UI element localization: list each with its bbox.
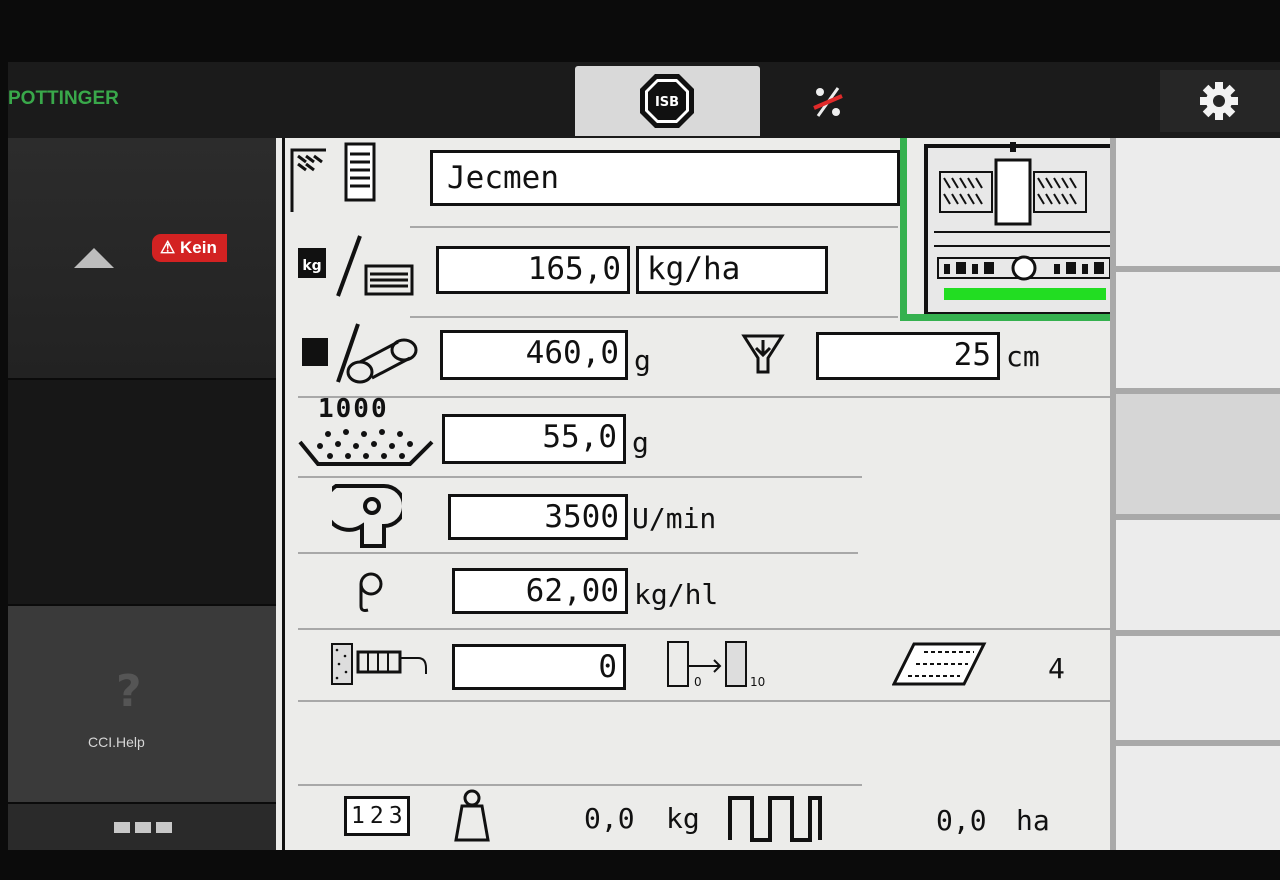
tramline-interval-icon: 0 10 [667, 641, 765, 689]
fan-speed-unit: U/min [632, 502, 717, 535]
gear-icon [1200, 82, 1238, 120]
left-sidebar: ⚠ Kein ? CCI.Help [8, 138, 276, 850]
right-softkey-3[interactable] [1116, 394, 1280, 514]
settings-button[interactable] [1160, 70, 1280, 132]
alert-badge[interactable]: ⚠ Kein [152, 234, 227, 262]
total-area-unit: ha [1016, 804, 1050, 837]
panel-border [282, 138, 285, 850]
fan-icon [332, 484, 402, 548]
right-sidebar [1110, 138, 1280, 850]
separator [298, 628, 1110, 630]
total-area-value: 0,0 [936, 804, 987, 837]
tab-isb[interactable]: ISB [575, 66, 760, 136]
weight-icon [454, 789, 490, 842]
svg-text:kg: kg [302, 258, 321, 274]
density-rho-icon [359, 572, 383, 612]
brand-logo: POTTINGER [8, 88, 119, 109]
counter-123-label: 123 [351, 803, 408, 829]
calibration-weight-icon [302, 323, 418, 384]
tramline-count: 4 [1048, 652, 1065, 685]
right-softkey-4[interactable] [1116, 520, 1280, 630]
help-question-icon: ? [116, 666, 142, 717]
warning-icon: ⚠ [160, 238, 176, 257]
more-dots-icon [114, 822, 172, 833]
total-weight-unit: kg [666, 802, 700, 835]
svg-text:10: 10 [750, 675, 765, 689]
top-bar: POTTINGER ISB [8, 62, 1280, 138]
application-rate-unit-field[interactable]: kg/ha [636, 246, 828, 294]
tramline-field-icon [892, 642, 987, 686]
separator [298, 476, 862, 478]
main-panel: Jecmen kg 165,0 kg/ha 460,0 g 25 cm 1000 [276, 138, 1110, 850]
separator [298, 700, 1110, 702]
sensor-icon [331, 643, 427, 685]
worked-area-icon [728, 796, 822, 842]
separator [298, 396, 1110, 398]
separator [410, 316, 898, 318]
application-rate-field[interactable]: 165,0 [436, 246, 630, 294]
more-button[interactable] [8, 804, 276, 850]
isb-stop-icon: ISB [640, 74, 694, 128]
help-button[interactable]: ? CCI.Help [8, 606, 276, 802]
machine-overview[interactable] [896, 138, 1110, 330]
help-label: CCI.Help [88, 734, 145, 750]
calibration-weight-unit: g [634, 344, 651, 377]
sensor-value-field[interactable]: 0 [452, 644, 626, 690]
thousand-grain-label: 1000 [318, 394, 389, 424]
weight-per-area-icon: kg [298, 235, 414, 297]
separator [298, 552, 858, 554]
right-softkey-1[interactable] [1116, 138, 1280, 266]
separator [298, 784, 862, 786]
thousand-grain-field[interactable]: 55,0 [442, 414, 626, 464]
hopper-depth-icon [741, 334, 785, 374]
total-weight-value: 0,0 [584, 802, 635, 835]
thousand-grain-icon [298, 429, 434, 466]
raise-triangle-icon [74, 248, 114, 268]
alert-badge-text: Kein [179, 238, 217, 257]
counter-123-icon[interactable]: 123 [344, 796, 410, 836]
sowing-depth-unit: cm [1006, 340, 1040, 373]
thousand-grain-unit: g [632, 426, 649, 459]
right-softkey-2[interactable] [1116, 272, 1280, 388]
right-softkey-5[interactable] [1116, 636, 1280, 740]
separator [410, 226, 898, 228]
crop-name-field[interactable]: Jecmen [430, 150, 900, 206]
crop-seed-list-icon [290, 142, 376, 212]
density-unit: kg/hl [634, 578, 719, 611]
percent-off-icon[interactable] [808, 82, 848, 122]
svg-text:0: 0 [694, 675, 702, 689]
left-softkey-2[interactable] [8, 380, 276, 604]
sowing-depth-field[interactable]: 25 [816, 332, 1000, 380]
fan-speed-field[interactable]: 3500 [448, 494, 628, 540]
seed-drill-icon [924, 142, 1110, 316]
calibration-weight-field[interactable]: 460,0 [440, 330, 628, 380]
isb-label: ISB [655, 95, 679, 110]
left-softkey-1[interactable]: ⚠ Kein [8, 138, 276, 378]
density-field[interactable]: 62,00 [452, 568, 628, 614]
right-softkey-6[interactable] [1116, 746, 1280, 850]
